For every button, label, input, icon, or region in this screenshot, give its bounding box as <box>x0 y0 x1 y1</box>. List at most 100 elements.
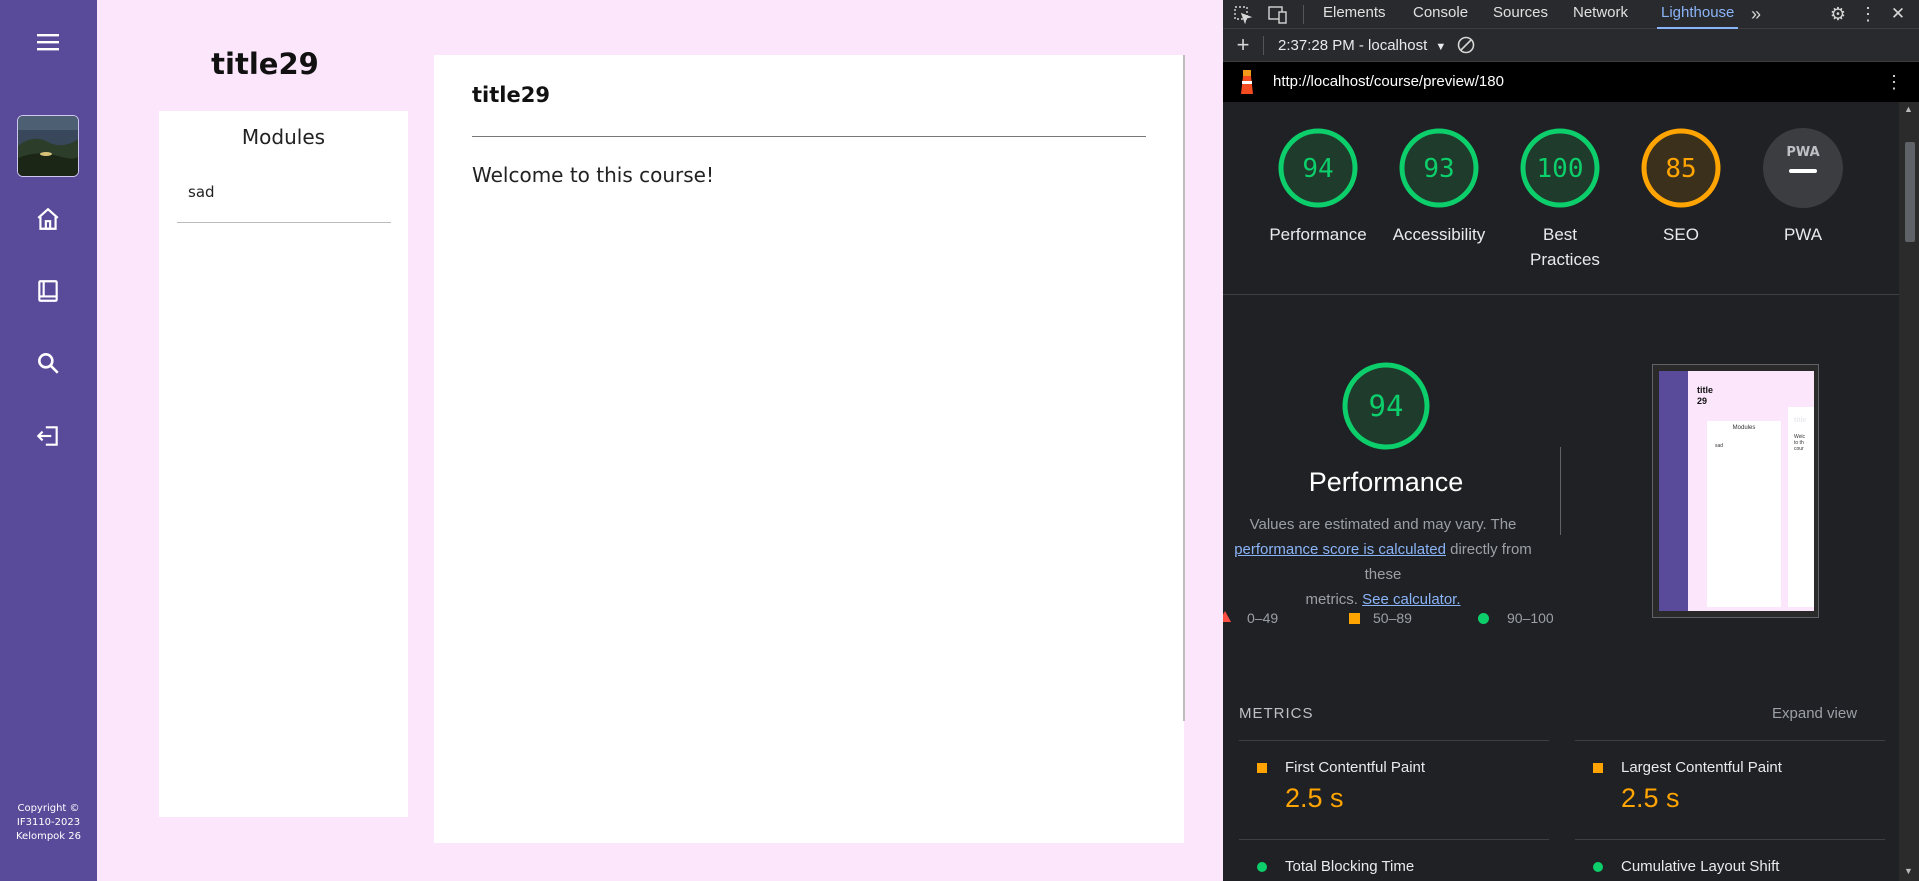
settings-icon[interactable]: ⚙ <box>1827 3 1849 25</box>
book-icon[interactable] <box>32 275 64 307</box>
score-label: PWA <box>1783 225 1823 244</box>
tab-sources[interactable]: Sources <box>1493 0 1548 29</box>
more-tabs-icon[interactable]: » <box>1747 3 1765 25</box>
metric-fcp: First Contentful Paint 2.5 s <box>1239 740 1549 840</box>
score-value: 93 <box>1423 154 1454 184</box>
score-gauge-performance[interactable]: 94 Performance <box>1258 126 1378 247</box>
metric-name: Total Blocking Time <box>1285 858 1415 875</box>
logout-icon[interactable] <box>32 420 64 452</box>
metric-tbt: Total Blocking Time <box>1239 839 1549 881</box>
divider <box>1223 294 1899 295</box>
pass-circle-icon <box>1257 862 1267 872</box>
score-gauge-seo[interactable]: 85 SEO <box>1621 126 1741 247</box>
score-label: Best Practices <box>1530 225 1600 269</box>
separator <box>1303 5 1304 24</box>
home-icon[interactable] <box>32 203 64 235</box>
scroll-down-icon[interactable]: ▼ <box>1904 866 1913 876</box>
report-url: http://localhost/course/preview/180 <box>1273 73 1504 90</box>
separator <box>1263 36 1264 55</box>
score-legend: 0–49 50–89 90–100 <box>1223 607 1563 629</box>
report-time: 2:37:28 PM - localhost <box>1278 37 1428 54</box>
inspect-element-icon[interactable] <box>1232 4 1254 26</box>
thumb-sidebar <box>1659 371 1688 611</box>
metrics-heading: METRICS <box>1239 705 1314 722</box>
report-menu-icon[interactable]: ⋮ <box>1885 71 1903 93</box>
average-square-icon <box>1349 613 1360 624</box>
lighthouse-logo-icon <box>1237 68 1257 101</box>
thumb-title: title 29 <box>1697 385 1714 406</box>
pwa-badge-icon: PWA <box>1786 145 1819 160</box>
kebab-menu-icon[interactable]: ⋮ <box>1859 3 1877 25</box>
tab-lighthouse[interactable]: Lighthouse <box>1657 0 1739 29</box>
divider <box>472 136 1146 137</box>
course-thumbnail[interactable] <box>17 115 79 177</box>
module-item[interactable]: sad <box>177 175 391 223</box>
performance-description: Values are estimated and may vary. The p… <box>1234 516 1532 608</box>
metric-name: Cumulative Layout Shift <box>1621 858 1780 875</box>
search-icon[interactable] <box>32 347 64 379</box>
pass-circle-icon <box>1478 613 1489 624</box>
final-screenshot[interactable]: title 29 Modules sad title Welc to th co… <box>1652 364 1819 618</box>
report-selector[interactable]: 2:37:28 PM - localhost ▼ <box>1278 37 1446 54</box>
menu-icon[interactable] <box>32 26 64 58</box>
devtools-panel: Elements Console Sources Network Lightho… <box>1223 0 1919 881</box>
metric-lcp: Largest Contentful Paint 2.5 s <box>1575 740 1885 840</box>
device-toolbar-icon[interactable] <box>1267 4 1289 26</box>
devtools-tab-bar: Elements Console Sources Network Lightho… <box>1223 0 1919 29</box>
legend-average: 50–89 <box>1373 610 1412 626</box>
vertical-divider <box>1560 447 1561 535</box>
clear-icon[interactable] <box>1455 34 1477 56</box>
legend-fail: 0–49 <box>1247 610 1279 626</box>
thumb-modules-heading: Modules <box>1732 425 1756 431</box>
score-label: Performance <box>1269 225 1367 244</box>
score-value: 94 <box>1302 154 1333 184</box>
fail-triangle-icon <box>1223 611 1231 622</box>
tab-elements[interactable]: Elements <box>1323 0 1386 29</box>
expand-view-toggle[interactable]: Expand view <box>1772 705 1857 722</box>
score-gauge-pwa[interactable]: PWA PWA <box>1743 126 1863 247</box>
score-label: SEO <box>1663 225 1699 244</box>
tab-console[interactable]: Console <box>1413 0 1468 29</box>
copyright-text: Copyright © IF3110-2023 Kelompok 26 <box>15 803 81 842</box>
thumb-content-body: Welc to th cour <box>1794 434 1806 452</box>
average-square-icon <box>1593 763 1603 773</box>
tab-network[interactable]: Network <box>1573 0 1628 29</box>
panel-edge <box>1183 55 1185 721</box>
lighthouse-report: 94 Performance 93 Accessibility 100 Best… <box>1223 102 1899 881</box>
performance-gauge-large: 94 <box>1340 360 1432 457</box>
thumb-page: title 29 Modules sad title Welc to th co… <box>1659 371 1814 611</box>
course-title: title29 <box>211 47 319 81</box>
metric-name: Largest Contentful Paint <box>1621 759 1782 776</box>
legend-pass: 90–100 <box>1507 610 1554 626</box>
metric-value: 2.5 s <box>1621 783 1680 813</box>
welcome-text: Welcome to this course! <box>472 163 715 187</box>
score-value: 85 <box>1665 154 1696 184</box>
score-calc-link[interactable]: performance score is calculated <box>1234 541 1446 558</box>
app-sidebar: Copyright © IF3110-2023 Kelompok 26 <box>0 0 97 881</box>
dropdown-arrow-icon: ▼ <box>1435 41 1447 53</box>
score-gauge-accessibility[interactable]: 93 Accessibility <box>1379 126 1499 247</box>
metric-name: First Contentful Paint <box>1285 759 1426 776</box>
metric-value: 2.5 s <box>1285 783 1344 813</box>
modules-panel: Modules sad <box>159 111 408 817</box>
modules-heading: Modules <box>241 125 326 149</box>
report-scrollbar[interactable]: ▲ ▼ <box>1899 102 1919 881</box>
close-icon[interactable]: ✕ <box>1887 3 1909 25</box>
thumb-modules: Modules sad <box>1707 421 1781 607</box>
pass-circle-icon <box>1593 862 1603 872</box>
content-title: title29 <box>472 83 550 107</box>
score-label: Accessibility <box>1392 225 1486 244</box>
performance-title: Performance <box>1308 467 1464 497</box>
calculator-link[interactable]: See calculator. <box>1362 591 1460 608</box>
score-gauge-best-practices[interactable]: 100 Best Practices <box>1500 126 1620 272</box>
average-square-icon <box>1257 763 1267 773</box>
scroll-up-icon[interactable]: ▲ <box>1904 104 1913 114</box>
score-value: 94 <box>1369 389 1404 423</box>
new-report-icon[interactable]: + <box>1232 32 1254 57</box>
report-url-bar: http://localhost/course/preview/180 ⋮ <box>1223 62 1919 102</box>
content-panel: title29 Welcome to this course! <box>434 55 1184 843</box>
thumb-content: title Welc to th cour <box>1788 407 1814 607</box>
metric-cls: Cumulative Layout Shift <box>1575 839 1885 881</box>
scroll-thumb[interactable] <box>1905 142 1915 242</box>
score-value: 100 <box>1537 154 1584 184</box>
